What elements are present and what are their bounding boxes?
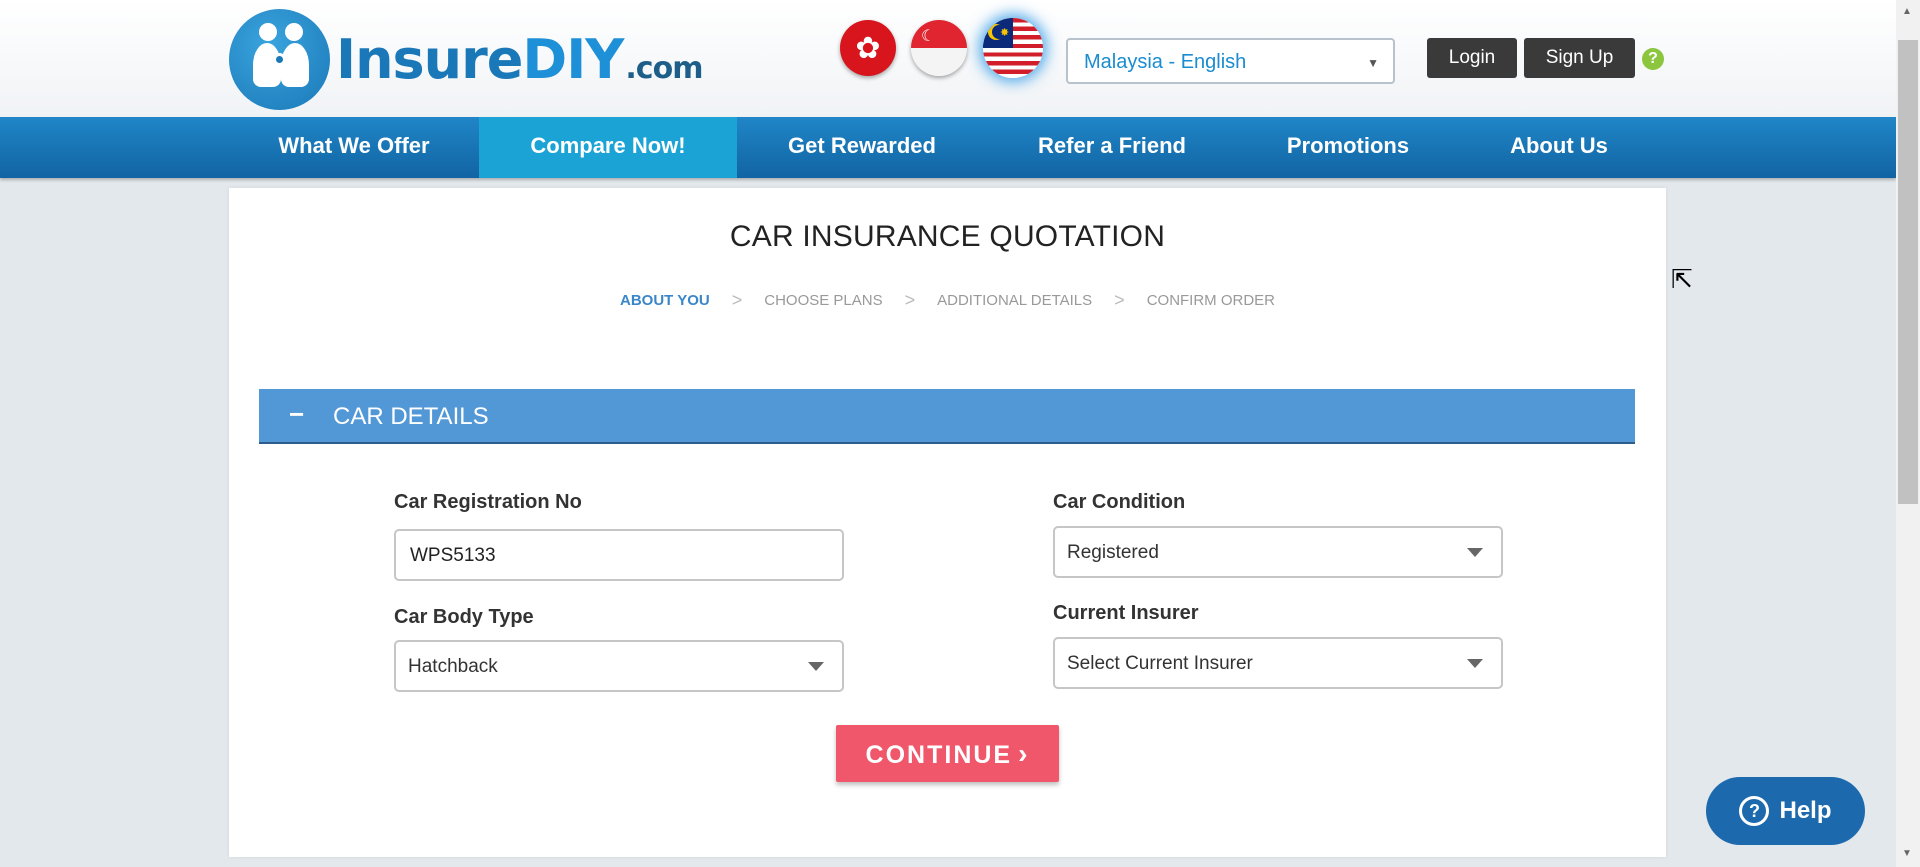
page-title: CAR INSURANCE QUOTATION [729, 220, 1166, 253]
nav-item-compare-now[interactable]: Compare Now! [479, 117, 737, 178]
help-chat-button[interactable]: ? Help [1706, 777, 1865, 845]
current-insurer-label: Current Insurer [1053, 602, 1199, 624]
scroll-up-arrow-icon[interactable]: ▲ [1902, 6, 1912, 17]
car-body-type-value: Hatchback [408, 656, 498, 677]
nav-item-get-rewarded[interactable]: Get Rewarded [737, 117, 987, 178]
chevron-right-icon: > [1114, 290, 1125, 310]
nav-item-refer-a-friend[interactable]: Refer a Friend [987, 117, 1237, 178]
insurediy-logo[interactable]: Insure DIY .com [229, 8, 703, 110]
chevron-right-icon: › [1018, 738, 1030, 769]
continue-button[interactable]: CONTINUE › [836, 725, 1059, 782]
language-select-value: Malaysia - English [1084, 51, 1247, 73]
section-title: CAR DETAILS [333, 403, 489, 430]
dropdown-arrow-icon [1467, 659, 1483, 668]
chevron-right-icon: > [731, 290, 743, 310]
current-insurer-select[interactable]: Select Current Insurer [1053, 637, 1503, 689]
current-insurer-value: Select Current Insurer [1067, 653, 1253, 674]
logo-text-insure: Insure [336, 27, 523, 91]
logo-text-diy: DIY [522, 27, 624, 91]
family-logo-icon [229, 8, 330, 110]
dropdown-arrow-icon [808, 662, 824, 671]
help-label: Help [1779, 797, 1832, 824]
nav-item-what-we-offer[interactable]: What We Offer [229, 117, 479, 178]
mouse-cursor-icon: ⇱ [1671, 264, 1693, 294]
nav-item-promotions[interactable]: Promotions [1237, 117, 1459, 178]
dropdown-arrow-icon [1467, 548, 1483, 557]
malaysia-flag-icon[interactable]: ✸ [983, 18, 1043, 78]
progress-steps: ABOUT YOU > CHOOSE PLANS > ADDITIONAL DE… [229, 290, 1666, 310]
step-about-you: ABOUT YOU [619, 292, 710, 309]
singapore-flag-icon[interactable]: ☾ [911, 20, 967, 76]
step-choose-plans: CHOOSE PLANS [764, 292, 883, 309]
chevron-down-icon: ▼ [1367, 56, 1379, 70]
car-registration-input[interactable]: WPS5133 [394, 529, 844, 581]
car-condition-value: Registered [1067, 542, 1159, 563]
car-condition-select[interactable]: Registered [1053, 526, 1503, 578]
car-condition-label: Car Condition [1053, 491, 1186, 513]
step-confirm-order: CONFIRM ORDER [1146, 292, 1276, 309]
car-details-section-header[interactable]: − CAR DETAILS [259, 389, 1635, 444]
hong-kong-flag-icon[interactable]: ✿ [840, 20, 896, 76]
signup-button[interactable]: Sign Up [1524, 38, 1635, 78]
nav-item-about-us[interactable]: About Us [1459, 117, 1659, 178]
scroll-down-arrow-icon[interactable]: ▼ [1902, 848, 1912, 859]
logo-wordmark: Insure DIY .com [336, 27, 703, 91]
login-button[interactable]: Login [1427, 38, 1517, 78]
continue-label: CONTINUE [865, 741, 1013, 769]
site-header: Insure DIY .com ✿ ☾ ✸ Malaysia - English ▼… [0, 0, 1896, 117]
car-body-type-label: Car Body Type [394, 606, 534, 628]
scrollbar-thumb[interactable] [1898, 40, 1918, 504]
collapse-icon[interactable]: − [289, 399, 304, 430]
language-select[interactable]: Malaysia - English ▼ [1066, 38, 1395, 84]
step-additional-details: ADDITIONAL DETAILS [937, 292, 1093, 309]
chevron-right-icon: > [904, 290, 916, 310]
car-registration-label: Car Registration No [394, 491, 582, 513]
quotation-card: CAR INSURANCE QUOTATION ABOUT YOU > CHOO… [229, 188, 1666, 857]
car-body-type-select[interactable]: Hatchback [394, 640, 844, 692]
main-nav: What We Offer Compare Now! Get Rewarded … [0, 117, 1896, 178]
help-question-icon[interactable]: ? [1642, 48, 1664, 70]
help-circle-icon: ? [1739, 796, 1770, 826]
logo-text-dotcom: .com [625, 50, 703, 86]
